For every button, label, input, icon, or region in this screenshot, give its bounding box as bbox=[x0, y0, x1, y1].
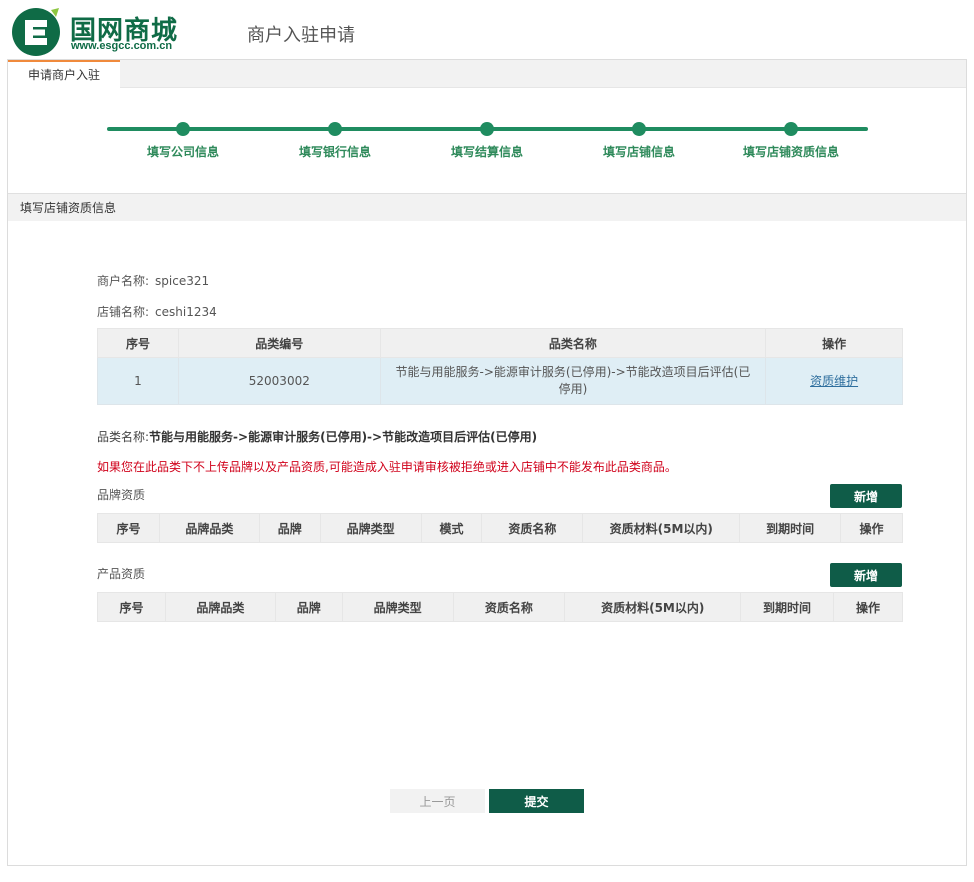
brand-col-brand: 品牌 bbox=[258, 513, 321, 543]
product-qualification-title: 产品资质 bbox=[97, 567, 146, 581]
row-category-name: 节能与用能服务->能源审计服务(已停用)->节能改造项目后评估(已停用) bbox=[379, 357, 767, 405]
brand-qualification-title: 品牌资质 bbox=[97, 488, 146, 502]
add-brand-qualification-button[interactable]: 新增 bbox=[830, 484, 902, 508]
brand-col-type: 品牌类型 bbox=[319, 513, 422, 543]
brand-col-category: 品牌品类 bbox=[158, 513, 260, 543]
product-col-material: 资质材料(5M以内) bbox=[564, 592, 742, 622]
warning-message: 如果您在此品类下不上传品牌以及产品资质,可能造成入驻申请审核被拒绝或进入店铺中不… bbox=[97, 460, 677, 474]
store-name-value: ceshi1234 bbox=[155, 305, 217, 319]
brand-col-mode: 模式 bbox=[420, 513, 483, 543]
tab-bar: 申请商户入驻 bbox=[8, 60, 966, 88]
step-label-3: 填写结算信息 bbox=[450, 145, 523, 159]
brand-col-expiry: 到期时间 bbox=[739, 513, 841, 543]
brand-col-index: 序号 bbox=[97, 513, 160, 543]
category-table-header: 序号 品类编号 品类名称 操作 bbox=[97, 328, 903, 358]
prev-page-button[interactable]: 上一页 bbox=[390, 789, 485, 813]
section-title: 填写店铺资质信息 bbox=[8, 193, 966, 221]
col-index: 序号 bbox=[97, 328, 179, 358]
step-dot-5 bbox=[784, 122, 798, 136]
product-qualification-table: 序号 品牌品类 品牌 品牌类型 资质名称 资质材料(5M以内) 到期时间 操作 bbox=[97, 592, 903, 622]
brand-col-material: 资质材料(5M以内) bbox=[582, 513, 741, 543]
step-dot-4 bbox=[632, 122, 646, 136]
row-action-cell: 资质维护 bbox=[765, 357, 903, 405]
category-detail-value: 节能与用能服务->能源审计服务(已停用)->节能改造项目后评估(已停用) bbox=[149, 430, 538, 444]
brand-col-action: 操作 bbox=[840, 513, 903, 543]
merchant-name-row: 商户名称: spice321 bbox=[97, 272, 209, 289]
product-col-type: 品牌类型 bbox=[341, 592, 454, 622]
site-header: 国网商城 www.esgcc.com.cn 商户入驻申请 bbox=[0, 0, 974, 60]
product-col-category: 品牌品类 bbox=[164, 592, 276, 622]
step-progress: 填写公司信息 填写银行信息 填写结算信息 填写店铺信息 填写店铺资质信息 bbox=[8, 88, 966, 193]
step-label-2: 填写银行信息 bbox=[298, 145, 371, 159]
brand-col-qual-name: 资质名称 bbox=[481, 513, 584, 543]
esgcc-logo-icon[interactable] bbox=[9, 6, 63, 58]
tab-apply-merchant[interactable]: 申请商户入驻 bbox=[8, 60, 120, 88]
row-code: 52003002 bbox=[177, 357, 381, 405]
product-col-qual-name: 资质名称 bbox=[452, 592, 566, 622]
step-dot-2 bbox=[328, 122, 342, 136]
store-name-row: 店铺名称: ceshi1234 bbox=[97, 303, 217, 320]
category-detail-label: 品类名称: bbox=[97, 430, 150, 444]
product-table-header: 序号 品牌品类 品牌 品牌类型 资质名称 资质材料(5M以内) 到期时间 操作 bbox=[97, 592, 903, 622]
category-detail: 品类名称:节能与用能服务->能源审计服务(已停用)->节能改造项目后评估(已停用… bbox=[97, 428, 537, 445]
page-title: 商户入驻申请 bbox=[247, 25, 355, 46]
store-name-label: 店铺名称: bbox=[97, 305, 150, 319]
step-label-1: 填写公司信息 bbox=[146, 145, 219, 159]
step-label-5: 填写店铺资质信息 bbox=[742, 145, 839, 159]
maintain-qualification-link[interactable]: 资质维护 bbox=[810, 374, 858, 388]
product-col-action: 操作 bbox=[833, 592, 903, 622]
step-dot-1 bbox=[176, 122, 190, 136]
product-col-expiry: 到期时间 bbox=[740, 592, 834, 622]
table-row[interactable]: 1 52003002 节能与用能服务->能源审计服务(已停用)->节能改造项目后… bbox=[97, 357, 903, 405]
main-panel: 申请商户入驻 填写公司信息 填写银行信息 填写结算信息 填写店铺信息 填写店铺资… bbox=[7, 59, 967, 866]
brand-table-header: 序号 品牌品类 品牌 品牌类型 模式 资质名称 资质材料(5M以内) 到期时间 … bbox=[97, 513, 903, 543]
submit-button[interactable]: 提交 bbox=[489, 789, 584, 813]
add-product-qualification-button[interactable]: 新增 bbox=[830, 563, 902, 587]
step-dot-3 bbox=[480, 122, 494, 136]
brand-url: www.esgcc.com.cn bbox=[71, 40, 173, 52]
merchant-name-label: 商户名称: bbox=[97, 274, 150, 288]
product-col-brand: 品牌 bbox=[274, 592, 343, 622]
brand-qualification-table: 序号 品牌品类 品牌 品牌类型 模式 资质名称 资质材料(5M以内) 到期时间 … bbox=[97, 513, 903, 543]
merchant-name-value: spice321 bbox=[155, 274, 210, 288]
col-code: 品类编号 bbox=[177, 328, 381, 358]
row-index: 1 bbox=[97, 357, 179, 405]
category-table: 序号 品类编号 品类名称 操作 1 52003002 节能与用能服务->能源审计… bbox=[97, 328, 903, 405]
col-category-name: 品类名称 bbox=[379, 328, 767, 358]
col-action: 操作 bbox=[765, 328, 903, 358]
product-col-index: 序号 bbox=[97, 592, 166, 622]
step-label-4: 填写店铺信息 bbox=[602, 145, 675, 159]
